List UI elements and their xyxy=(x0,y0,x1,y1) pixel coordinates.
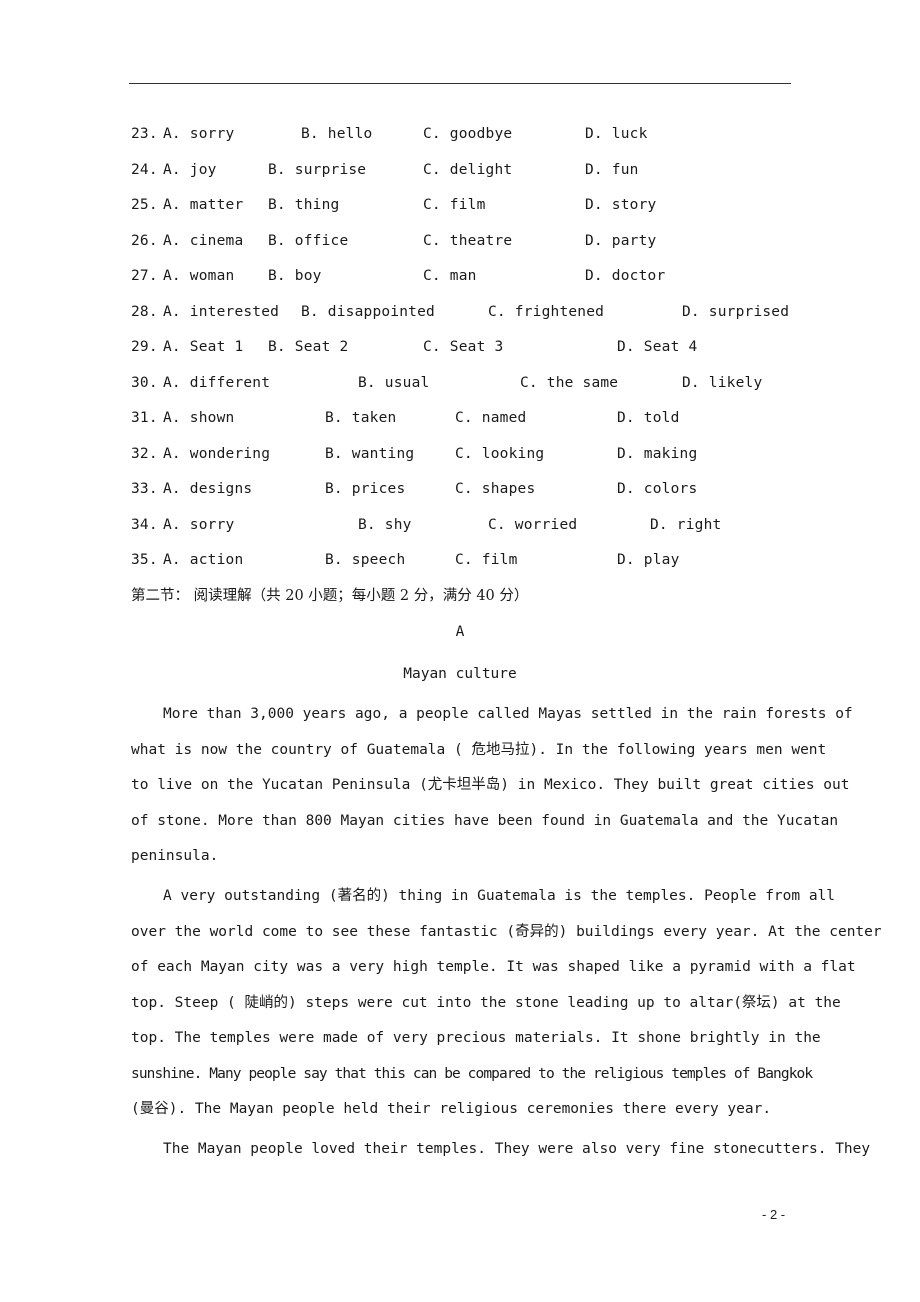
option-d: D. Seat 4 xyxy=(617,339,698,355)
page-number: - 2 - xyxy=(762,1207,786,1222)
option-d: D. colors xyxy=(617,481,698,497)
header-rule xyxy=(129,83,791,84)
passage-line: peninsula. xyxy=(131,848,219,864)
section-heading: 第二节： 阅读理解（共 20 小题；每小题 2 分，满分 40 分） xyxy=(131,588,529,604)
option-d: D. party xyxy=(585,233,657,249)
option-c: C. worried xyxy=(488,517,578,533)
passage-line: top. Steep ( 陡峭的) steps were cut into th… xyxy=(131,995,841,1011)
question-number: 30. xyxy=(131,375,158,391)
option-a: A. shown xyxy=(163,410,235,426)
option-a: A. woman xyxy=(163,268,235,284)
option-d: D. doctor xyxy=(585,268,666,284)
option-c: C. film xyxy=(423,197,486,213)
option-a: A. matter xyxy=(163,197,244,213)
question-number: 27. xyxy=(131,268,158,284)
option-a: A. sorry xyxy=(163,126,235,142)
option-b: B. shy xyxy=(358,517,412,533)
option-c: C. shapes xyxy=(455,481,536,497)
question-number: 31. xyxy=(131,410,158,426)
option-b: B. prices xyxy=(325,481,406,497)
question-number: 24. xyxy=(131,162,158,178)
passage-line: (曼谷). The Mayan people held their religi… xyxy=(131,1101,772,1117)
passage-title: Mayan culture xyxy=(403,666,517,682)
passage-line: of stone. More than 800 Mayan cities hav… xyxy=(131,813,839,829)
question-number: 32. xyxy=(131,446,158,462)
option-b: B. disappointed xyxy=(301,304,435,320)
option-c: C. frightened xyxy=(488,304,605,320)
option-c: C. theatre xyxy=(423,233,513,249)
option-b: B. office xyxy=(268,233,349,249)
option-a: A. different xyxy=(163,375,271,391)
question-number: 29. xyxy=(131,339,158,355)
option-d: D. surprised xyxy=(682,304,790,320)
option-d: D. making xyxy=(617,446,698,462)
option-d: D. likely xyxy=(682,375,763,391)
option-b: B. boy xyxy=(268,268,322,284)
option-d: D. fun xyxy=(585,162,639,178)
question-number: 25. xyxy=(131,197,158,213)
question-number: 35. xyxy=(131,552,158,568)
question-number: 34. xyxy=(131,517,158,533)
option-a: A. cinema xyxy=(163,233,244,249)
option-c: C. looking xyxy=(455,446,545,462)
option-b: B. thing xyxy=(268,197,340,213)
question-number: 26. xyxy=(131,233,158,249)
option-d: D. play xyxy=(617,552,680,568)
option-c: C. man xyxy=(423,268,477,284)
passage-line: over the world come to see these fantast… xyxy=(131,924,882,940)
option-b: B. wanting xyxy=(325,446,415,462)
option-a: A. Seat 1 xyxy=(163,339,244,355)
passage-line: of each Mayan city was a very high templ… xyxy=(131,959,856,975)
option-c: C. goodbye xyxy=(423,126,513,142)
passage-line: More than 3,000 years ago, a people call… xyxy=(163,706,853,722)
option-c: C. film xyxy=(455,552,518,568)
option-b: B. surprise xyxy=(268,162,367,178)
option-a: A. designs xyxy=(163,481,253,497)
option-d: D. right xyxy=(650,517,722,533)
passage-line: A very outstanding (著名的) thing in Guatem… xyxy=(163,888,836,904)
option-b: B. hello xyxy=(301,126,373,142)
option-c: C. Seat 3 xyxy=(423,339,504,355)
option-c: C. the same xyxy=(520,375,619,391)
option-c: C. named xyxy=(455,410,527,426)
option-b: B. usual xyxy=(358,375,430,391)
question-number: 33. xyxy=(131,481,158,497)
option-a: A. joy xyxy=(163,162,217,178)
passage-line: sunshine. Many people say that this can … xyxy=(131,1066,813,1082)
option-a: A. interested xyxy=(163,304,280,320)
option-b: B. taken xyxy=(325,410,397,426)
option-d: D. story xyxy=(585,197,657,213)
question-number: 23. xyxy=(131,126,158,142)
question-number: 28. xyxy=(131,304,158,320)
option-b: B. Seat 2 xyxy=(268,339,349,355)
option-d: D. luck xyxy=(585,126,648,142)
option-a: A. wondering xyxy=(163,446,271,462)
option-d: D. told xyxy=(617,410,680,426)
option-a: A. sorry xyxy=(163,517,235,533)
passage-line: to live on the Yucatan Peninsula (尤卡坦半岛)… xyxy=(131,777,850,793)
passage-line: The Mayan people loved their temples. Th… xyxy=(163,1141,871,1157)
passage-line: what is now the country of Guatemala ( 危… xyxy=(131,742,827,758)
passage-line: top. The temples were made of very preci… xyxy=(131,1030,821,1046)
option-b: B. speech xyxy=(325,552,406,568)
option-a: A. action xyxy=(163,552,244,568)
passage-label: A xyxy=(455,624,465,640)
option-c: C. delight xyxy=(423,162,513,178)
